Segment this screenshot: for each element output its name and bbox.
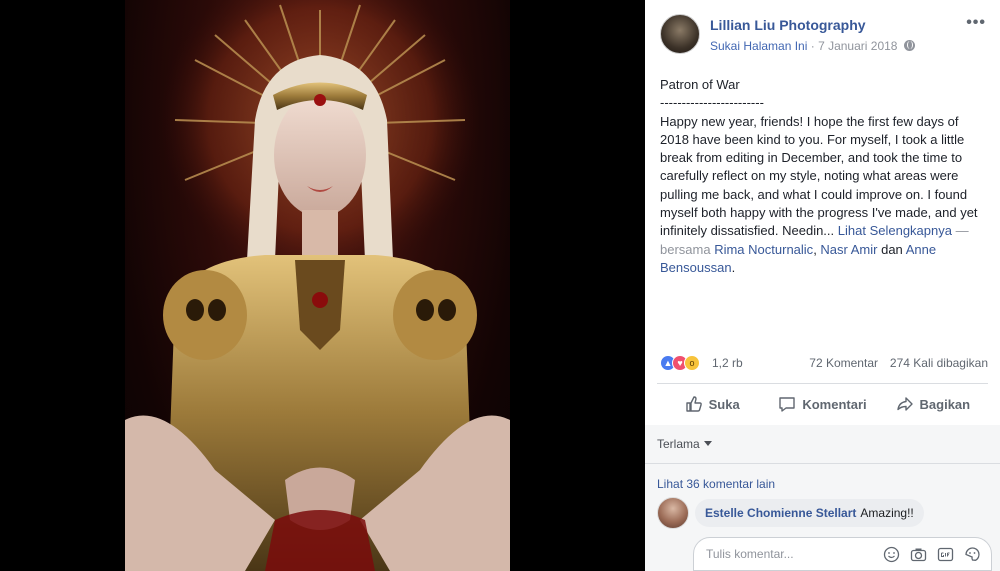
comment-icon — [779, 397, 796, 412]
sticker-icon[interactable] — [964, 546, 981, 563]
share-label: Bagikan — [919, 396, 971, 412]
comments-section: Terlama Lihat 36 komentar lain Estelle C… — [645, 425, 1000, 571]
share-count[interactable]: 274 Kali dibagikan — [890, 356, 988, 370]
comment-author[interactable]: Estelle Chomienne Stellart — [705, 506, 856, 520]
more-options-button[interactable]: ••• — [966, 14, 986, 32]
post-message-text: Happy new year, friends! I hope the firs… — [660, 113, 978, 239]
tag-period: . — [731, 259, 736, 275]
post-actions: Suka Komentari Bagikan — [657, 386, 988, 422]
post-separator: ------------------------ — [660, 95, 764, 111]
comment-input-tools — [883, 546, 981, 563]
like-page-link[interactable]: Sukai Halaman Ini — [710, 39, 807, 53]
post-header: Lillian Liu Photography Sukai Halaman In… — [660, 14, 988, 58]
page-avatar[interactable] — [660, 14, 700, 54]
post-title: Patron of War — [660, 77, 740, 92]
thumbs-up-icon — [685, 396, 702, 412]
reactions-bar: ▲ ♥ o 1,2 rb 72 Komentar 274 Kali dibagi… — [660, 352, 988, 376]
comment-label: Komentari — [802, 396, 867, 412]
comment-count[interactable]: 72 Komentar — [809, 356, 878, 370]
post-message: Happy new year, friends! I hope the firs… — [660, 113, 990, 278]
comment-input[interactable] — [706, 545, 866, 563]
like-button[interactable]: Suka — [657, 386, 767, 422]
commenter-avatar[interactable] — [657, 497, 689, 529]
see-more-link[interactable]: Lihat Selengkapnya — [838, 223, 952, 238]
page-name-link[interactable]: Lillian Liu Photography — [710, 17, 866, 33]
tag-and: dan — [877, 241, 906, 257]
comment-text: Amazing!! — [860, 506, 914, 520]
comment-sort-dropdown[interactable]: Terlama — [657, 437, 712, 451]
reaction-icons[interactable]: ▲ ♥ o — [660, 355, 712, 371]
post-photo[interactable] — [125, 0, 510, 571]
post-date[interactable]: 7 Januari 2018 — [818, 39, 897, 53]
comment-input-box — [693, 537, 992, 571]
tag-nasr[interactable]: Nasr Amir — [820, 242, 877, 257]
comment-button[interactable]: Komentari — [767, 386, 877, 422]
post-panel: Lillian Liu Photography Sukai Halaman In… — [645, 0, 1000, 571]
post-meta: Sukai Halaman Ini · 7 Januari 2018 — [710, 39, 915, 53]
globe-icon — [903, 40, 915, 51]
share-icon — [896, 397, 913, 411]
emoji-icon[interactable] — [883, 546, 900, 563]
photo-theater: Lillian Liu Photography Sukai Halaman In… — [0, 0, 1000, 571]
like-label: Suka — [708, 396, 740, 412]
share-button[interactable]: Bagikan — [878, 386, 988, 422]
photo-viewer — [0, 0, 645, 571]
reaction-count[interactable]: 1,2 rb — [712, 356, 743, 370]
divider — [645, 463, 1000, 464]
gif-icon[interactable] — [937, 546, 954, 563]
divider — [657, 383, 988, 384]
sort-label: Terlama — [657, 437, 700, 451]
meta-dot: · — [810, 39, 819, 53]
caret-down-icon — [703, 441, 712, 446]
camera-icon[interactable] — [910, 546, 927, 563]
view-more-comments-link[interactable]: Lihat 36 komentar lain — [657, 477, 775, 491]
post-body: Patron of War ------------------------ H… — [660, 76, 990, 277]
tag-rima[interactable]: Rima Nocturnalic — [714, 242, 813, 257]
wow-reaction-icon: o — [684, 355, 700, 371]
comment-bubble: Estelle Chomienne Stellart Amazing!! — [695, 499, 924, 527]
comment-item: Estelle Chomienne Stellart Amazing!! — [657, 497, 924, 529]
